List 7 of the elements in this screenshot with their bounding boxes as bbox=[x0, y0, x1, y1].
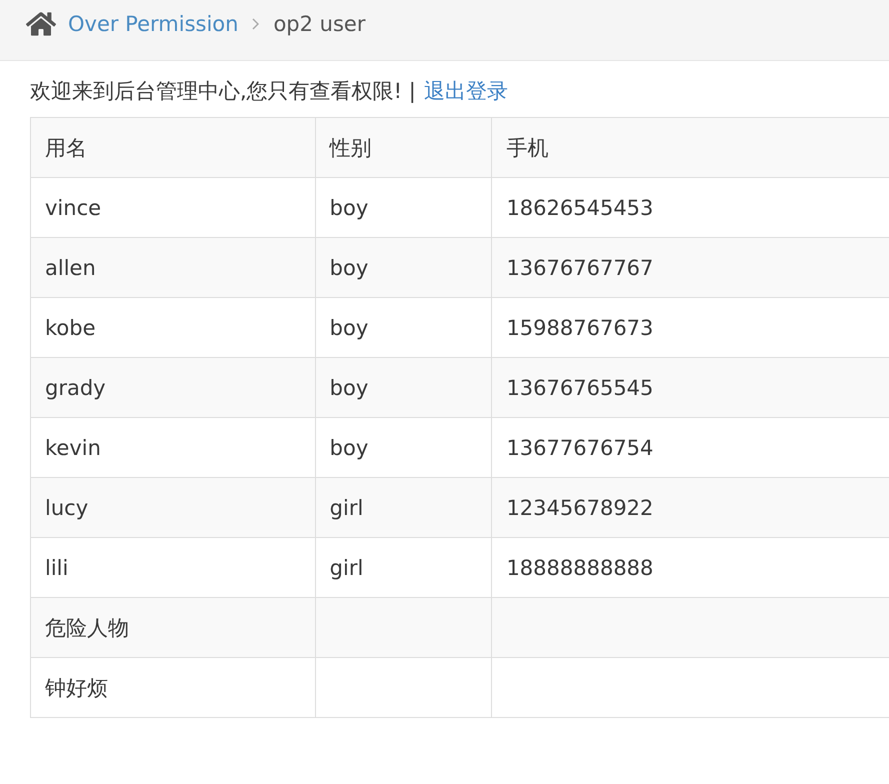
logout-link[interactable]: 退出登录 bbox=[424, 77, 508, 105]
table-cell: 钟好烦 bbox=[30, 658, 316, 718]
column-header: 用名 bbox=[30, 118, 316, 178]
chevron-icon bbox=[252, 18, 260, 30]
breadcrumb-current: op2 user bbox=[273, 12, 366, 36]
breadcrumb-link[interactable]: Over Permission bbox=[68, 12, 238, 36]
welcome-text: 欢迎来到后台管理中心,您只有查看权限! | bbox=[30, 78, 416, 105]
